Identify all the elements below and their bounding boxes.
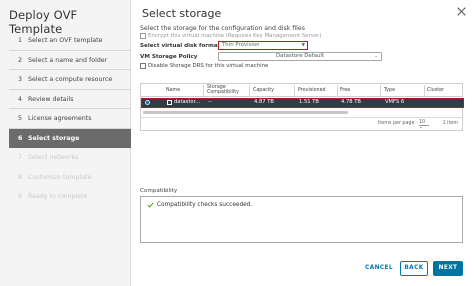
- step-label: Ready to complete: [28, 193, 88, 200]
- datastore-name[interactable]: datastor...: [174, 99, 200, 106]
- step-label: Select a name and folder: [28, 56, 108, 64]
- chevron-down-icon: ⌄: [374, 54, 378, 59]
- storage-policy-value: Datastore Default: [276, 53, 324, 59]
- chevron-down-icon: ⌄: [419, 125, 424, 130]
- datastore-icon: [167, 100, 172, 105]
- step-label: Select storage: [28, 134, 80, 142]
- step-label: Customize template: [28, 173, 92, 181]
- step-select-networks: 7 Select networks: [9, 148, 131, 168]
- step-number: 5: [18, 115, 23, 122]
- step-label: Select an OVF template: [28, 37, 103, 44]
- step-number: 1: [18, 37, 23, 44]
- encrypt-vm-option: Encrypt this virtual machine (Requires K…: [140, 33, 322, 39]
- encrypt-vm-checkbox: [140, 33, 146, 39]
- step-select-compute-resource[interactable]: 3 Select a compute resource: [9, 70, 131, 90]
- horizontal-scrollbar[interactable]: [141, 110, 462, 114]
- step-number: 3: [18, 76, 23, 83]
- close-icon[interactable]: [456, 6, 467, 17]
- storage-policy-select[interactable]: Datastore Default ⌄: [218, 52, 382, 61]
- datastore-provisioned: 1.51 TB: [299, 99, 319, 105]
- column-header-provisioned[interactable]: Provisioned: [298, 88, 326, 93]
- step-number: 4: [18, 95, 23, 103]
- step-number: 8: [18, 173, 23, 181]
- wizard-steps: 1 Select an OVF template 2 Select a name a…: [9, 31, 131, 207]
- datastore-type: VMFS 6: [385, 99, 405, 105]
- wizard-content: Select storage Select the storage for th…: [132, 0, 474, 286]
- header-line-2: Compatibility: [207, 90, 239, 96]
- table-row[interactable]: datastor... -- 4.87 TB 1.51 TB 4.78 TB V…: [141, 98, 464, 108]
- compatibility-panel: Compatibility checks succeeded.: [140, 196, 463, 243]
- step-number: 6: [18, 134, 23, 142]
- disk-format-label: Select virtual disk format: [140, 43, 221, 49]
- deploy-ovf-dialog: Deploy OVF Template 1 Select an OVF templ…: [0, 0, 474, 286]
- chevron-down-icon: ▼: [301, 43, 305, 48]
- step-select-name-folder[interactable]: 2 Select a name and folder: [9, 51, 131, 70]
- disable-drs-option[interactable]: Disable Storage DRS for this virtual mac…: [140, 63, 268, 69]
- disable-drs-label: Disable Storage DRS for this virtual mac…: [148, 63, 269, 69]
- next-button[interactable]: NEXT: [433, 261, 463, 276]
- items-per-page-label: Items per page: [378, 121, 415, 126]
- step-label: Review details: [28, 95, 74, 103]
- step-select-ovf-template[interactable]: 1 Select an OVF template: [9, 31, 131, 51]
- step-license-agreements[interactable]: 5 License agreements: [9, 109, 131, 129]
- page-title: Select storage: [142, 7, 222, 20]
- datastore-table: Name Storage Compatibility Capacity Prov…: [140, 83, 464, 131]
- back-button[interactable]: BACK: [400, 261, 428, 276]
- table-header: Name Storage Compatibility Capacity Prov…: [141, 84, 462, 97]
- column-header-type[interactable]: Type: [384, 88, 395, 93]
- disk-format-select[interactable]: Thin Provision ▼: [218, 41, 308, 50]
- cancel-button[interactable]: CANCEL: [364, 261, 394, 276]
- compatibility-message-text: Compatibility checks succeeded.: [157, 202, 253, 208]
- compatibility-message: Compatibility checks succeeded.: [147, 202, 252, 208]
- page-subtitle: Select the storage for the configuration…: [140, 25, 305, 32]
- datastore-capacity: 4.87 TB: [254, 99, 274, 105]
- column-header-cluster[interactable]: Cluster: [427, 88, 444, 93]
- row-select-radio[interactable]: [145, 100, 150, 105]
- column-header-name[interactable]: Name: [166, 88, 180, 93]
- encrypt-vm-label: Encrypt this virtual machine (Requires K…: [148, 33, 322, 39]
- step-number: 9: [18, 193, 23, 200]
- step-customize-template: 8 Customize template: [9, 168, 131, 188]
- step-number: 7: [18, 154, 23, 161]
- disable-drs-checkbox[interactable]: [140, 63, 146, 69]
- check-icon: [147, 202, 154, 208]
- column-header-storage-compatibility[interactable]: Storage Compatibility: [207, 85, 239, 95]
- disk-format-value: Thin Provision: [222, 42, 260, 48]
- step-number: 2: [18, 56, 23, 64]
- column-header-capacity[interactable]: Capacity: [253, 88, 274, 93]
- column-header-free[interactable]: Free: [340, 88, 350, 93]
- step-ready-to-complete: 9 Ready to complete: [9, 187, 131, 207]
- datastore-free: 4.78 TB: [341, 99, 361, 105]
- items-per-page-select[interactable]: 10 ⌄: [419, 120, 429, 130]
- step-label: Select networks: [28, 154, 79, 161]
- step-review-details[interactable]: 4 Review details: [9, 90, 131, 109]
- step-label: License agreements: [28, 115, 92, 122]
- datastore-compatibility: --: [208, 99, 212, 105]
- wizard-sidebar: Deploy OVF Template 1 Select an OVF templ…: [0, 0, 131, 286]
- storage-policy-label: VM Storage Policy: [140, 54, 198, 60]
- scrollbar-thumb[interactable]: [143, 110, 348, 114]
- item-count: 1 item: [442, 121, 458, 126]
- step-select-storage[interactable]: 6 Select storage: [9, 128, 131, 148]
- table-footer: Items per page 10 ⌄ 1 item: [141, 117, 462, 130]
- step-label: Select a compute resource: [28, 76, 113, 83]
- compatibility-label: Compatibility: [140, 188, 178, 194]
